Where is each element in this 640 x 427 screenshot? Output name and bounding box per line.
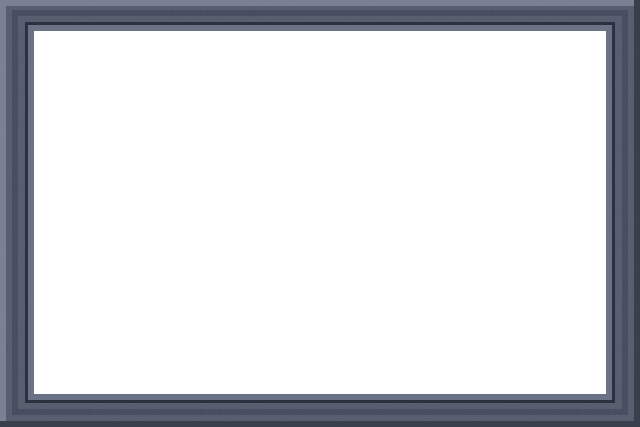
- frame-outer-highlight-left: [0, 0, 6, 427]
- frame-outer-shadow-bottom: [0, 421, 640, 427]
- frame-outer-shadow-right: [634, 0, 640, 427]
- frame-outer-highlight: [0, 0, 640, 6]
- frame-opening: [34, 31, 606, 394]
- picture-frame-image: [0, 0, 640, 427]
- picture-frame: [0, 0, 640, 427]
